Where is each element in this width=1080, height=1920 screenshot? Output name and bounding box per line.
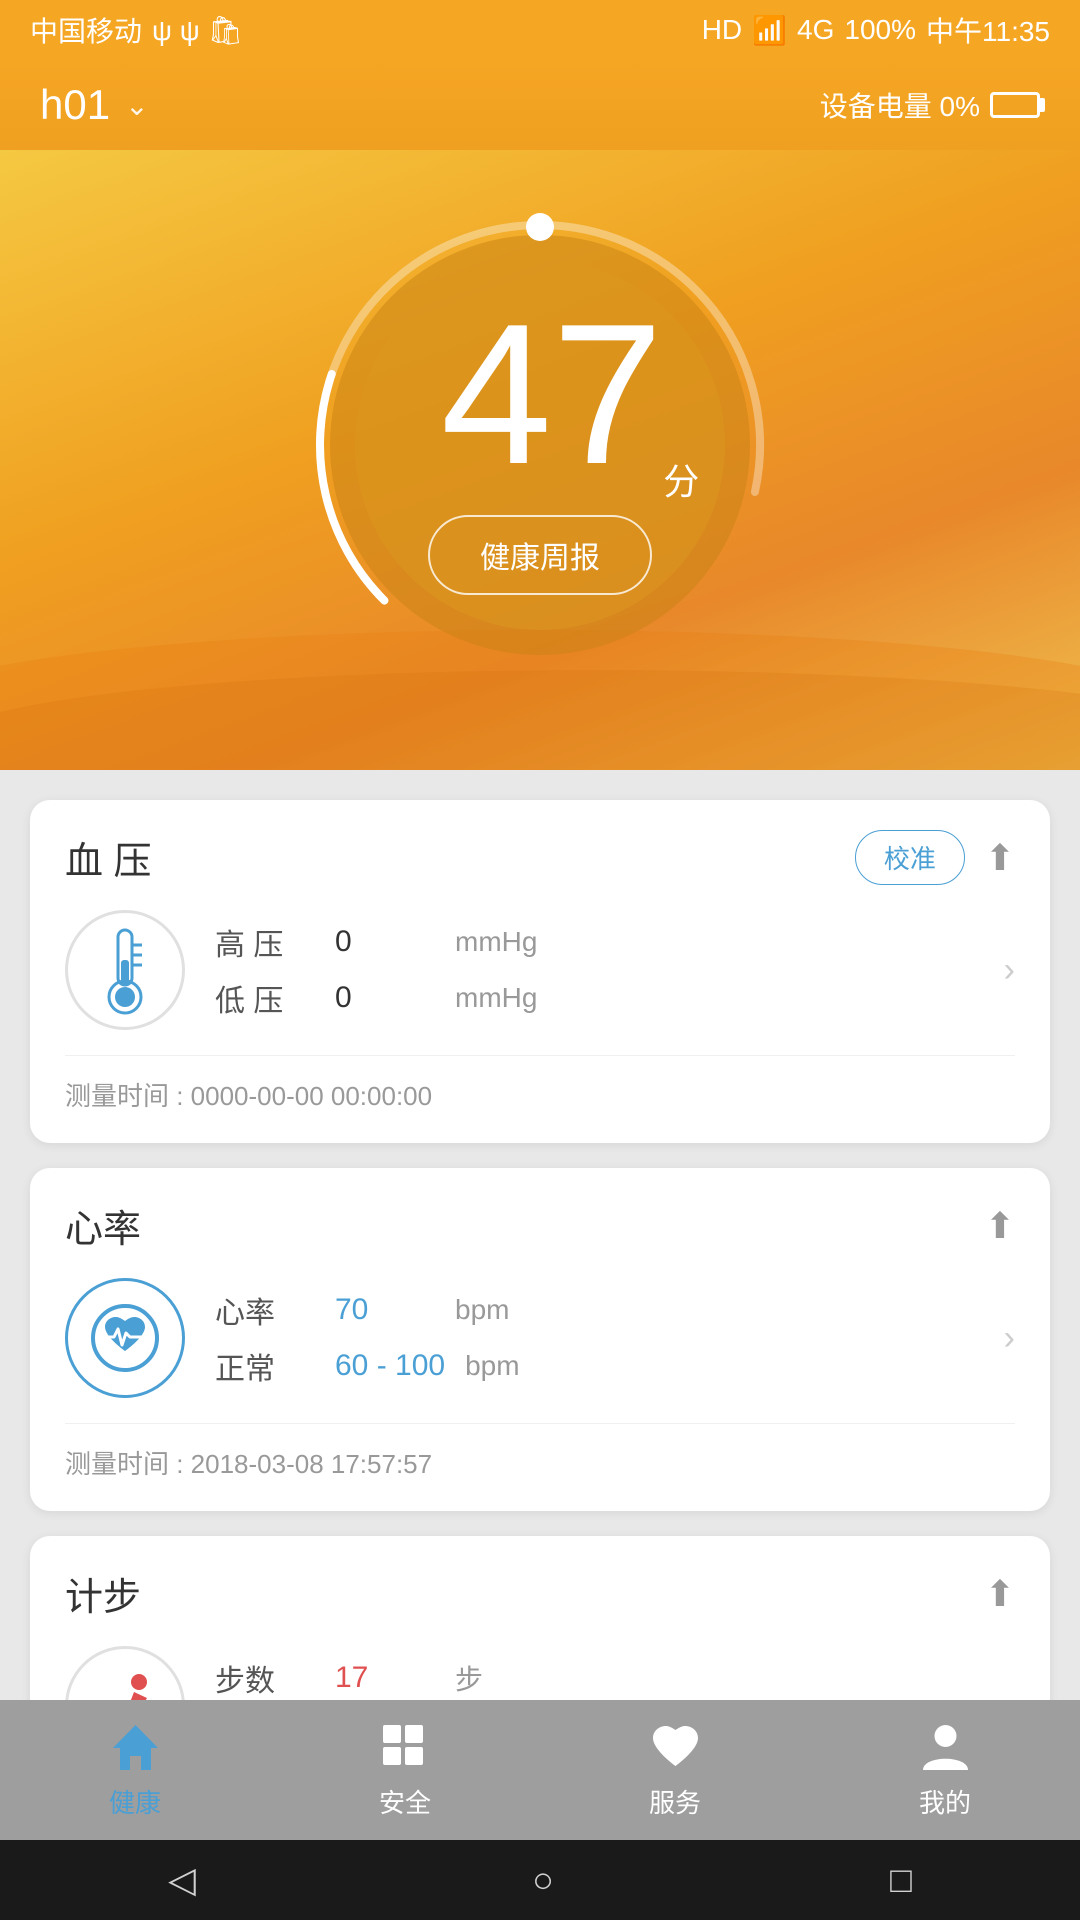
recent-apps-button[interactable]: □ [890,1859,912,1901]
steps-actions: ⬆ [985,1573,1015,1615]
heart-rate-header: 心率 ⬆ [65,1198,1015,1253]
device-selector[interactable]: h01 ⌄ [40,81,149,129]
device-name-text: h01 [40,81,110,129]
status-right: HD 📶 4G 100% 中午11:35 [702,10,1050,50]
signal-icons: ψ ψ 🛍 [152,14,243,47]
clock: 中午11:35 [926,10,1050,50]
blood-pressure-share-icon[interactable]: ⬆ [985,837,1015,879]
signal-strength: 4G [797,14,834,46]
low-pressure-unit: mmHg [455,982,974,1014]
blood-pressure-actions: 校准 ⬆ [855,830,1015,885]
blood-pressure-title: 血 压 [65,830,152,885]
nav-label-service: 服务 [649,1783,701,1820]
nav-item-security[interactable]: 安全 [270,1705,540,1835]
blood-pressure-chevron[interactable]: › [1004,951,1015,990]
steps-title: 计步 [65,1566,141,1621]
steps-unit: 步 [455,1658,974,1698]
heart-rate-row: 心率 70 bpm [215,1288,974,1332]
score-inner: 47 分 健康周报 [428,295,652,595]
normal-value: 60 - 100 [335,1349,445,1383]
heart-rate-metrics: 心率 70 bpm 正常 60 - 100 bpm [215,1288,974,1388]
heart-rate-value: 70 [335,1293,435,1327]
person-icon [918,1720,973,1775]
bottom-navigation: 健康 安全 服务 我的 [0,1700,1080,1840]
nav-label-health: 健康 [109,1783,161,1820]
status-bar: 中国移动 ψ ψ 🛍 HD 📶 4G 100% 中午11:35 [0,0,1080,60]
status-left: 中国移动 ψ ψ 🛍 [30,10,243,50]
heart-rate-title: 心率 [65,1198,141,1253]
home-icon [108,1720,163,1775]
back-button[interactable]: ◁ [168,1859,196,1901]
hd-badge: HD [702,14,742,46]
carrier-text: 中国移动 [30,10,142,50]
high-pressure-row: 高 压 0 mmHg [215,920,974,964]
steps-value: 17 [335,1661,435,1695]
steps-share-icon[interactable]: ⬆ [985,1573,1015,1615]
low-pressure-row: 低 压 0 mmHg [215,976,974,1020]
heart-rate-time: 测量时间 : 2018-03-08 17:57:57 [65,1444,1015,1481]
app-header: h01 ⌄ 设备电量 0% [0,60,1080,150]
low-pressure-label: 低 压 [215,976,315,1020]
thermometer-icon [90,925,160,1015]
high-pressure-value: 0 [335,925,435,959]
heart-rate-unit: bpm [455,1294,974,1326]
heart-rate-body: 心率 70 bpm 正常 60 - 100 bpm › [65,1278,1015,1424]
nav-label-security: 安全 [379,1783,431,1820]
hero-section: 47 分 健康周报 [0,150,1080,770]
steps-count-row: 步数 17 步 [215,1656,974,1700]
steps-header: 计步 ⬆ [65,1566,1015,1621]
nav-item-mine[interactable]: 我的 [810,1705,1080,1835]
health-report-button[interactable]: 健康周报 [428,515,652,595]
heart-rate-label: 心率 [215,1288,315,1332]
normal-range-row: 正常 60 - 100 bpm [215,1344,974,1388]
score-unit: 分 [663,453,699,505]
blood-pressure-time: 测量时间 : 0000-00-00 00:00:00 [65,1076,1015,1113]
calibrate-button[interactable]: 校准 [855,830,965,885]
normal-unit: bpm [465,1350,974,1382]
device-battery-label: 设备电量 0% [820,85,980,125]
blood-pressure-metrics: 高 压 0 mmHg 低 压 0 mmHg [215,920,974,1020]
score-value: 47 [441,295,663,495]
blood-pressure-card: 血 压 校准 ⬆ 高 压 0 [30,800,1050,1143]
heart-rate-share-icon[interactable]: ⬆ [985,1205,1015,1247]
high-pressure-unit: mmHg [455,926,974,958]
grid-icon [378,1720,433,1775]
dropdown-icon: ⌄ [125,89,148,122]
heart-rate-card: 心率 ⬆ 心率 70 bpm 正常 6 [30,1168,1050,1511]
steps-label: 步数 [215,1656,315,1700]
device-battery: 设备电量 0% [820,85,1040,125]
blood-pressure-body: 高 压 0 mmHg 低 压 0 mmHg › [65,910,1015,1056]
heart-rate-chevron[interactable]: › [1004,1319,1015,1358]
wifi-icon: 📶 [752,14,787,47]
heart-nav-icon [648,1720,703,1775]
score-container: 47 分 健康周报 [300,205,780,685]
heart-rate-icon-wrap [65,1278,185,1398]
nav-item-health[interactable]: 健康 [0,1705,270,1835]
low-pressure-value: 0 [335,981,435,1015]
high-pressure-label: 高 压 [215,920,315,964]
nav-item-service[interactable]: 服务 [540,1705,810,1835]
home-button[interactable]: ○ [532,1859,554,1901]
battery-percentage: 100% [844,14,916,46]
android-navigation: ◁ ○ □ [0,1840,1080,1920]
blood-pressure-header: 血 压 校准 ⬆ [65,830,1015,885]
heartrate-icon [90,1303,160,1373]
heart-rate-actions: ⬆ [985,1205,1015,1247]
normal-label: 正常 [215,1344,315,1388]
blood-pressure-icon-wrap [65,910,185,1030]
battery-icon [990,92,1040,118]
nav-label-mine: 我的 [919,1783,971,1820]
